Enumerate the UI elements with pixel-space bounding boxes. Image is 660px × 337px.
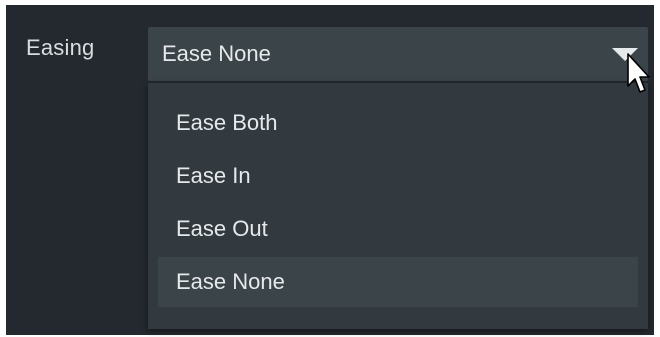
properties-panel: Easing Ease None Ease Both Ease In Ease … bbox=[6, 5, 654, 335]
easing-select[interactable]: Ease None bbox=[148, 27, 648, 81]
easing-label: Easing bbox=[26, 35, 95, 60]
option-ease-in[interactable]: Ease In bbox=[158, 151, 638, 201]
option-ease-both[interactable]: Ease Both bbox=[158, 98, 638, 148]
mouse-pointer-icon bbox=[627, 53, 650, 93]
easing-dropdown-menu: Ease Both Ease In Ease Out Ease None bbox=[148, 83, 648, 329]
easing-select-value: Ease None bbox=[162, 41, 271, 66]
option-ease-none[interactable]: Ease None bbox=[158, 257, 638, 307]
option-ease-out[interactable]: Ease Out bbox=[158, 204, 638, 254]
